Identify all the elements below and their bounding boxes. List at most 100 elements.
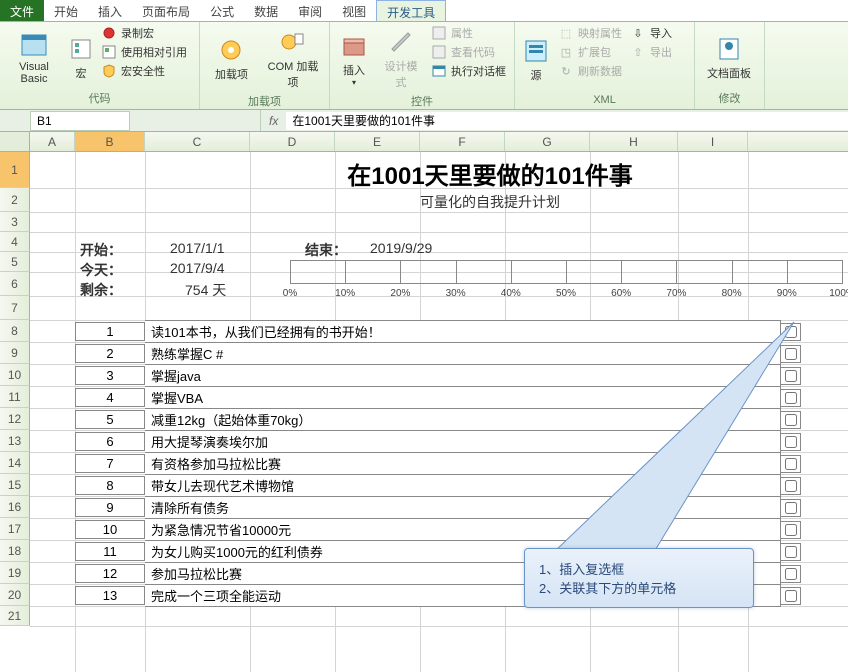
- scale-tick-70%: 70%: [666, 288, 686, 299]
- macro-button[interactable]: 宏: [66, 24, 96, 89]
- scale-tick-0%: 0%: [283, 288, 297, 299]
- col-header-B[interactable]: B: [75, 132, 145, 151]
- com-addin-button[interactable]: COM 加载项: [261, 24, 325, 92]
- tab-home[interactable]: 开始: [44, 0, 88, 21]
- col-header-E[interactable]: E: [335, 132, 420, 151]
- group-modify-label: 修改: [699, 89, 760, 107]
- properties-button[interactable]: 属性: [428, 24, 509, 42]
- doc-panel-button[interactable]: 文档面板: [699, 24, 759, 89]
- task-number: 2: [75, 344, 145, 363]
- col-header-I[interactable]: I: [678, 132, 748, 151]
- formula-bar: fx: [0, 110, 848, 132]
- today-value: 2017/9/4: [170, 260, 225, 276]
- gear-icon: [215, 34, 247, 66]
- task-number: 4: [75, 388, 145, 407]
- group-xml-label: XML: [519, 93, 690, 107]
- end-label: 结束：: [305, 240, 347, 260]
- row-header-14[interactable]: 14: [0, 452, 30, 474]
- export-icon: ⇧: [630, 44, 646, 60]
- row-header-12[interactable]: 12: [0, 408, 30, 430]
- callout-box: 1、插入复选框 2、关联其下方的单元格: [524, 548, 754, 608]
- col-header-G[interactable]: G: [505, 132, 590, 151]
- col-header-D[interactable]: D: [250, 132, 335, 151]
- tab-formula[interactable]: 公式: [200, 0, 244, 21]
- pack-icon: ◳: [558, 44, 574, 60]
- tab-layout[interactable]: 页面布局: [132, 0, 200, 21]
- task-number: 12: [75, 564, 145, 583]
- start-label: 开始：: [80, 240, 122, 260]
- row-header-20[interactable]: 20: [0, 584, 30, 606]
- run-dialog-button[interactable]: 执行对话框: [428, 62, 509, 80]
- row-header-18[interactable]: 18: [0, 540, 30, 562]
- col-header-A[interactable]: A: [30, 132, 75, 151]
- row-header-4[interactable]: 4: [0, 232, 30, 252]
- relative-ref-button[interactable]: 使用相对引用: [98, 43, 190, 61]
- col-header-C[interactable]: C: [145, 132, 250, 151]
- fx-icon[interactable]: fx: [261, 114, 286, 128]
- ext-pack-button[interactable]: ◳扩展包: [555, 43, 625, 61]
- vb-icon: [18, 29, 50, 61]
- macro-icon: [65, 33, 97, 65]
- import-button[interactable]: ⇩导入: [627, 24, 675, 42]
- macro-safety-button[interactable]: 宏安全性: [98, 62, 190, 80]
- remain-value: 754 天: [185, 280, 226, 300]
- doc-panel-icon: [713, 33, 745, 65]
- row-header-19[interactable]: 19: [0, 562, 30, 584]
- tab-data[interactable]: 数据: [244, 0, 288, 21]
- view-code-button[interactable]: 查看代码: [428, 43, 509, 61]
- row-header-5[interactable]: 5: [0, 252, 30, 272]
- row-header-1[interactable]: 1: [0, 152, 30, 188]
- row-header-16[interactable]: 16: [0, 496, 30, 518]
- tab-view[interactable]: 视图: [332, 0, 376, 21]
- task-number: 8: [75, 476, 145, 495]
- col-header-H[interactable]: H: [590, 132, 678, 151]
- task-number: 1: [75, 322, 145, 341]
- task-checkbox-cell: [781, 587, 801, 605]
- task-number: 11: [75, 542, 145, 561]
- cell-area[interactable]: 在1001天里要做的101件事 可量化的自我提升计划 开始： 2017/1/1 …: [30, 152, 848, 626]
- select-all-corner[interactable]: [0, 132, 30, 151]
- tab-file[interactable]: 文件: [0, 0, 44, 21]
- com-icon: [277, 26, 309, 58]
- remain-label: 剩余：: [80, 280, 122, 300]
- row-header-6[interactable]: 6: [0, 272, 30, 296]
- map-icon: ⬚: [558, 25, 574, 41]
- row-header-17[interactable]: 17: [0, 518, 30, 540]
- source-button[interactable]: 源: [519, 24, 553, 93]
- design-mode-button[interactable]: 设计模式: [376, 24, 426, 92]
- row-header-9[interactable]: 9: [0, 342, 30, 364]
- tab-developer[interactable]: 开发工具: [376, 0, 446, 21]
- row-header-8[interactable]: 8: [0, 320, 30, 342]
- row-headers: 123456789101112131415161718192021: [0, 152, 30, 626]
- group-code-label: 代码: [4, 89, 195, 107]
- row-header-15[interactable]: 15: [0, 474, 30, 496]
- import-icon: ⇩: [630, 25, 646, 41]
- doc-title: 在1001天里要做的101件事: [150, 156, 830, 191]
- task-number: 3: [75, 366, 145, 385]
- row-header-7[interactable]: 7: [0, 296, 30, 320]
- row-header-21[interactable]: 21: [0, 606, 30, 626]
- progress-scale: 0%10%20%30%40%50%60%70%80%90%100%: [290, 260, 842, 302]
- visual-basic-button[interactable]: Visual Basic: [4, 24, 64, 89]
- row-header-13[interactable]: 13: [0, 430, 30, 452]
- row-header-10[interactable]: 10: [0, 364, 30, 386]
- refresh-button[interactable]: ↻刷新数据: [555, 62, 625, 80]
- formula-input[interactable]: [286, 112, 848, 130]
- col-header-F[interactable]: F: [420, 132, 505, 151]
- row-header-11[interactable]: 11: [0, 386, 30, 408]
- task-number: 10: [75, 520, 145, 539]
- task-checkbox[interactable]: [785, 590, 797, 602]
- insert-control-button[interactable]: 插入▾: [334, 24, 374, 92]
- map-props-button[interactable]: ⬚映射属性: [555, 24, 625, 42]
- row-header-2[interactable]: 2: [0, 188, 30, 212]
- export-button[interactable]: ⇧导出: [627, 43, 675, 61]
- name-box[interactable]: [30, 111, 130, 131]
- row-header-3[interactable]: 3: [0, 212, 30, 232]
- task-number: 6: [75, 432, 145, 451]
- record-macro-button[interactable]: 录制宏: [98, 24, 190, 42]
- addin-button[interactable]: 加载项: [204, 24, 259, 92]
- tab-review[interactable]: 审阅: [288, 0, 332, 21]
- scale-tick-10%: 10%: [335, 288, 355, 299]
- column-headers: ABCDEFGHI: [0, 132, 848, 152]
- tab-insert[interactable]: 插入: [88, 0, 132, 21]
